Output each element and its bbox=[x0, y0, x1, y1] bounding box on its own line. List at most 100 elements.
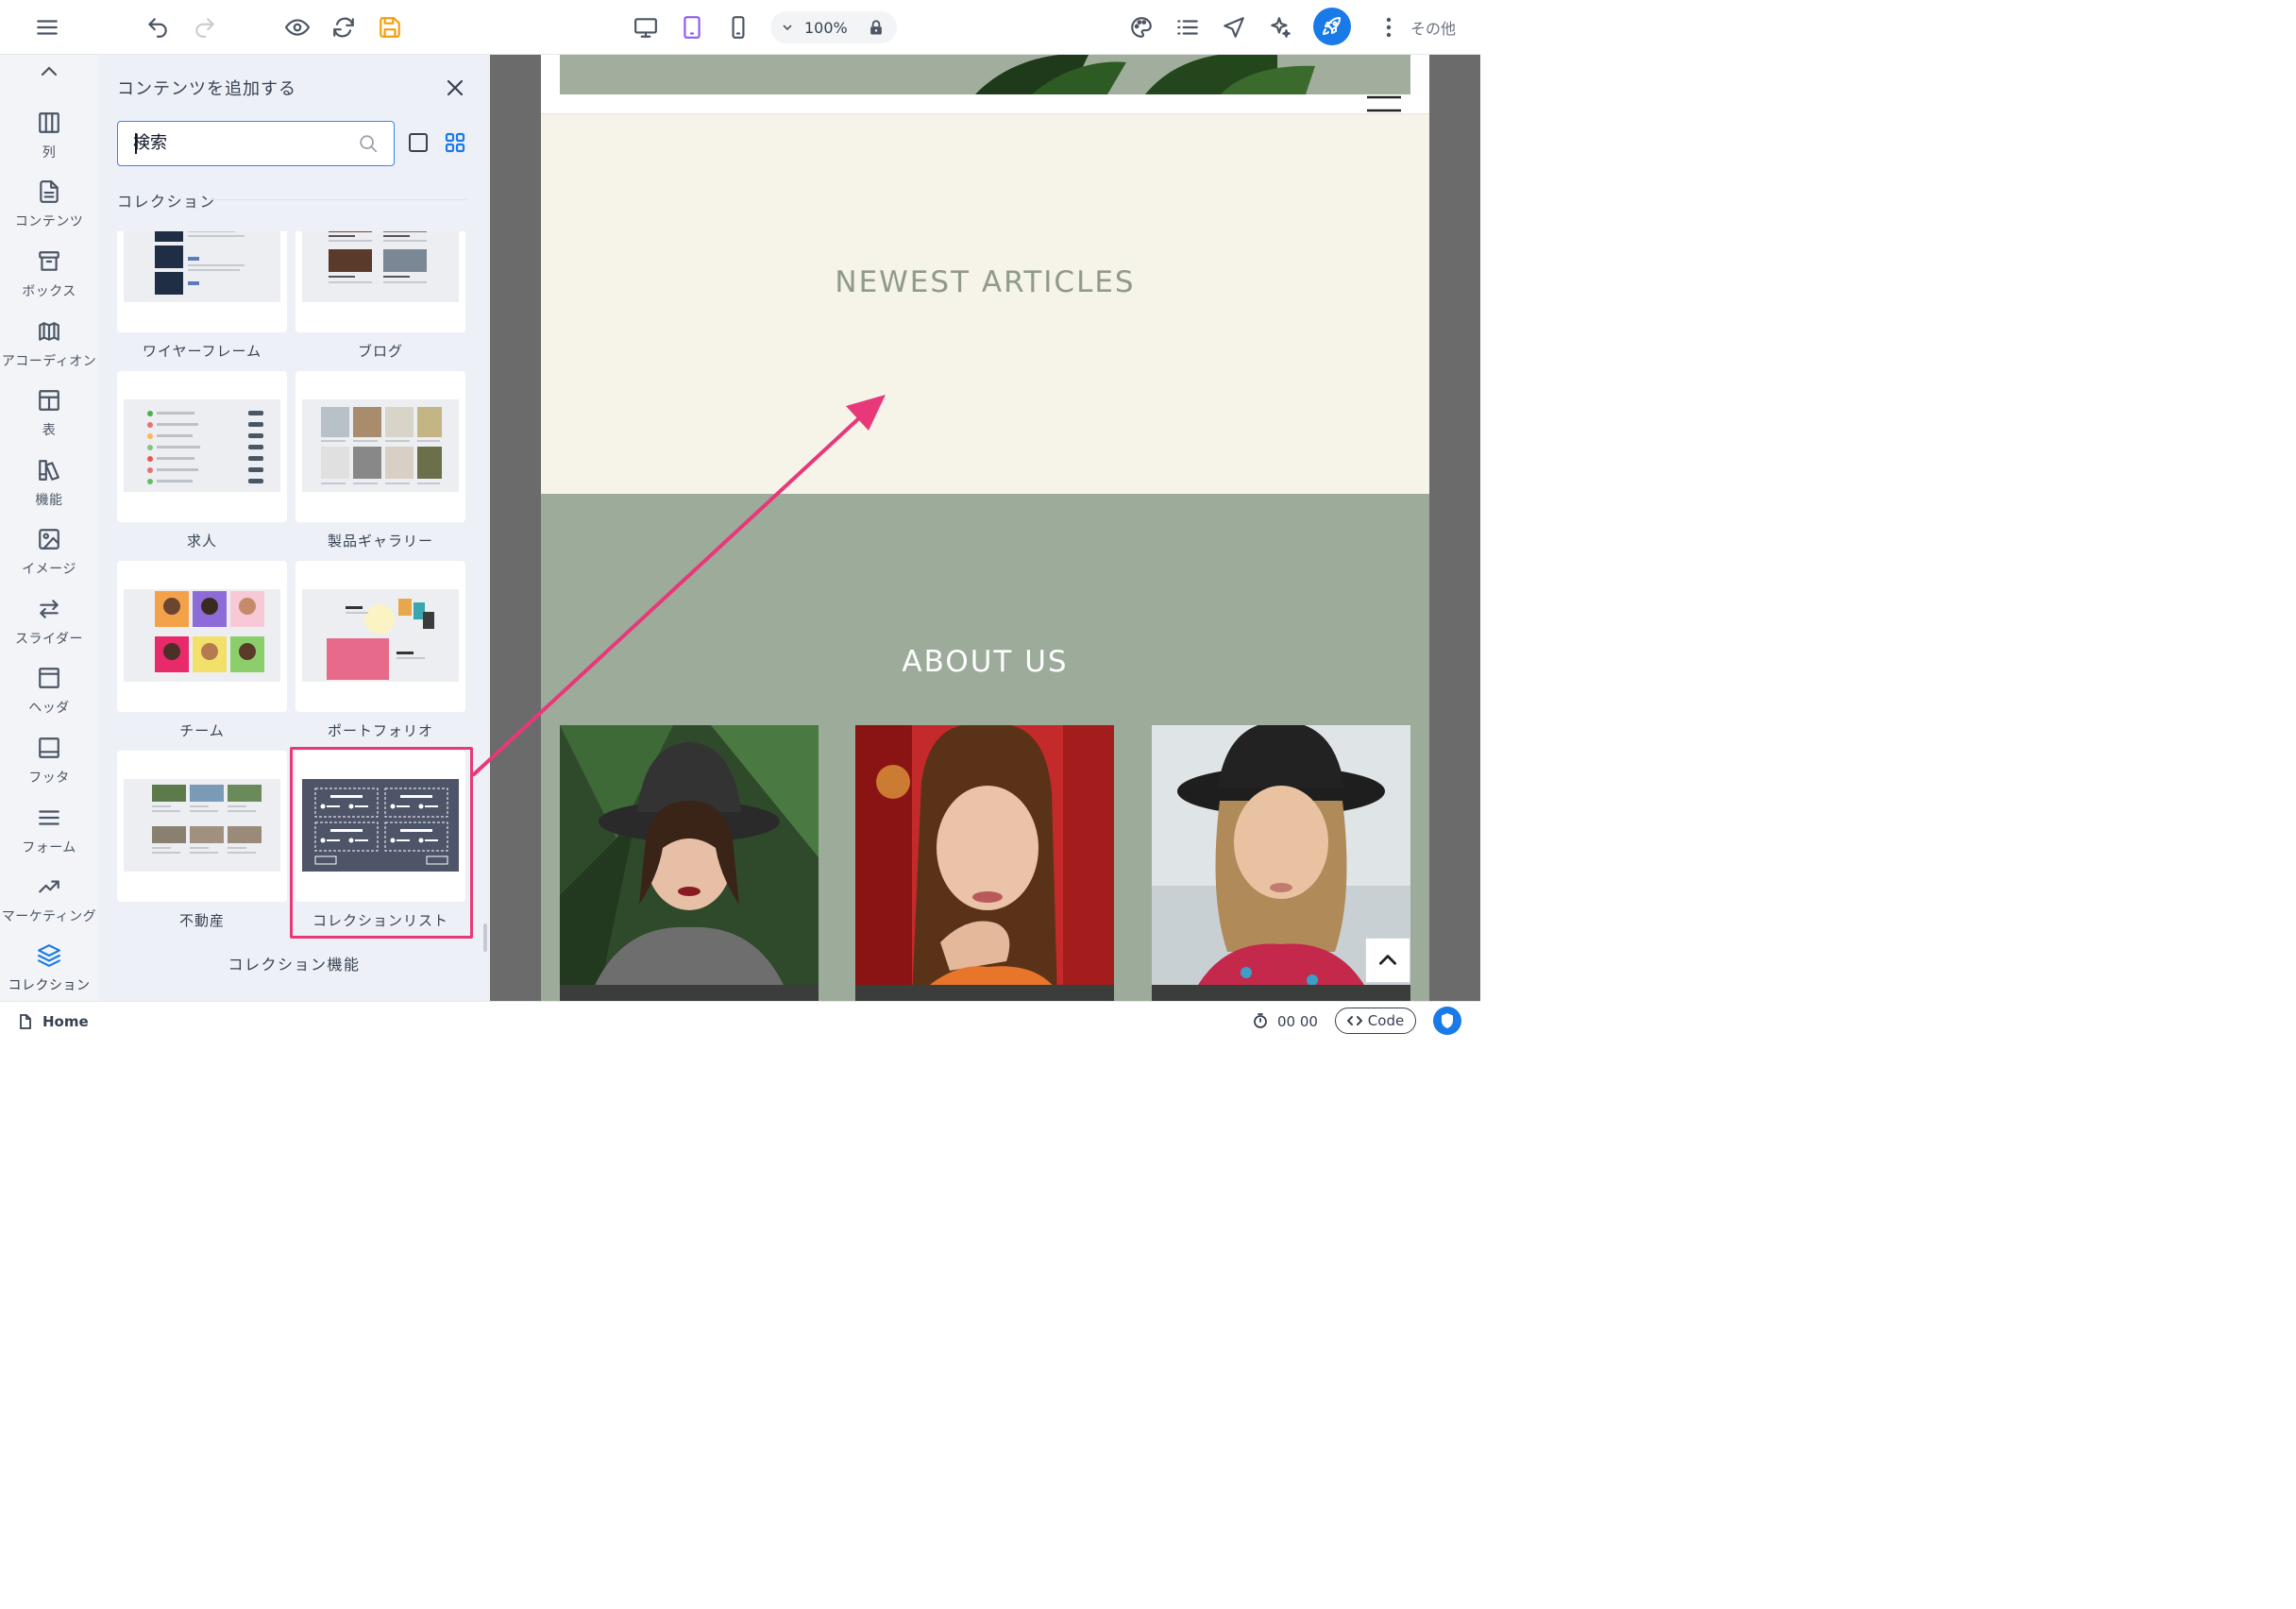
rail-item-box[interactable]: ボックス bbox=[0, 249, 98, 315]
publish-rocket-button[interactable] bbox=[1313, 8, 1351, 45]
rail-item-accordion[interactable]: アコーディオン bbox=[0, 319, 98, 385]
preview-eye-icon[interactable] bbox=[279, 8, 316, 46]
left-icon-rail: 列 コンテンツ ボックス アコーディオン 表 機能 イメージ スライダー ヘッダ… bbox=[0, 55, 98, 1001]
section-label: コレクション bbox=[117, 193, 217, 211]
navigate-icon[interactable] bbox=[1215, 8, 1253, 46]
rail-item-label: フッタ bbox=[28, 771, 70, 786]
close-icon[interactable] bbox=[444, 76, 466, 99]
tablet-view-icon[interactable] bbox=[673, 8, 711, 46]
panel-scrollbar[interactable] bbox=[483, 923, 487, 952]
rail-item-label: 列 bbox=[42, 145, 57, 161]
form-lines-icon bbox=[37, 805, 61, 830]
template-card-team[interactable] bbox=[117, 561, 287, 712]
desktop-view-icon[interactable] bbox=[627, 8, 665, 46]
rail-scroll-up-icon[interactable] bbox=[38, 62, 60, 79]
template-card-product-gallery[interactable] bbox=[295, 371, 465, 522]
about-us-section[interactable]: ABOUT US bbox=[541, 494, 1429, 1001]
card-label: チーム bbox=[179, 722, 225, 739]
template-card-blog[interactable] bbox=[295, 231, 465, 332]
ai-sparkle-icon[interactable] bbox=[1261, 8, 1299, 46]
team-photo bbox=[855, 725, 1114, 1001]
rail-item-columns[interactable]: 列 bbox=[0, 110, 98, 177]
layers-icon bbox=[37, 943, 61, 968]
trending-up-icon bbox=[37, 874, 61, 899]
rail-item-label: 機能 bbox=[35, 493, 63, 508]
grid-view-icon[interactable] bbox=[444, 131, 466, 154]
shield-icon bbox=[1442, 1013, 1453, 1028]
rail-item-footer[interactable]: フッタ bbox=[0, 736, 98, 802]
card-label: ポートフォリオ bbox=[327, 722, 433, 739]
rail-item-label: 表 bbox=[42, 423, 57, 438]
code-button-label: Code bbox=[1367, 1012, 1405, 1029]
card-label: 求人 bbox=[186, 533, 217, 550]
search-field[interactable] bbox=[117, 121, 395, 166]
current-page-name[interactable]: Home bbox=[42, 1013, 89, 1030]
about-heading: ABOUT US bbox=[902, 645, 1069, 679]
chevron-down-icon bbox=[780, 20, 795, 35]
photo-caption-bar bbox=[1152, 985, 1410, 1001]
editor-canvas: NEWEST ARTICLES ABOUT US bbox=[490, 55, 1480, 1001]
template-cards: ワイヤーフレーム ブログ 求人 製品ギャラリー チーム ポートフォリオ 不動産 … bbox=[98, 231, 490, 1001]
rail-item-label: ヘッダ bbox=[28, 701, 70, 716]
more-options-icon[interactable] bbox=[1378, 15, 1399, 40]
rail-item-label: マーケティング bbox=[1, 909, 97, 924]
lock-icon[interactable] bbox=[867, 18, 886, 37]
template-card-portfolio[interactable] bbox=[295, 561, 465, 712]
portfolio-thumbnail bbox=[302, 589, 459, 682]
more-options-label[interactable]: その他 bbox=[1410, 16, 1456, 39]
rail-item-header[interactable]: ヘッダ bbox=[0, 666, 98, 732]
newest-articles-section[interactable]: NEWEST ARTICLES bbox=[541, 114, 1429, 494]
template-card-jobs[interactable] bbox=[117, 371, 287, 522]
page-icon bbox=[19, 1014, 32, 1029]
refresh-icon[interactable] bbox=[325, 8, 363, 46]
articles-heading: NEWEST ARTICLES bbox=[835, 265, 1136, 299]
top-toolbar: 100% その他 bbox=[0, 0, 1480, 55]
rail-item-label: コンテンツ bbox=[14, 214, 84, 229]
site-menu-icon[interactable] bbox=[1366, 94, 1402, 113]
single-view-icon[interactable] bbox=[407, 131, 430, 154]
menu-icon[interactable] bbox=[28, 8, 66, 46]
columns-icon bbox=[37, 110, 61, 135]
rail-item-features[interactable]: 機能 bbox=[0, 458, 98, 524]
archive-box-icon bbox=[37, 249, 61, 274]
footer-layout-icon bbox=[37, 736, 61, 760]
undo-icon[interactable] bbox=[139, 8, 177, 46]
page-preview: NEWEST ARTICLES ABOUT US bbox=[541, 55, 1429, 1001]
search-input[interactable] bbox=[118, 122, 354, 164]
list-icon[interactable] bbox=[1169, 8, 1207, 46]
hero-image bbox=[560, 55, 1410, 94]
rail-item-marketing[interactable]: マーケティング bbox=[0, 874, 98, 940]
zoom-control[interactable]: 100% bbox=[770, 11, 897, 43]
code-brackets-icon bbox=[1346, 1016, 1362, 1025]
rail-item-table[interactable]: 表 bbox=[0, 388, 98, 454]
jobs-thumbnail bbox=[124, 399, 280, 492]
template-card-real-estate[interactable] bbox=[117, 751, 287, 902]
code-button[interactable]: Code bbox=[1335, 1008, 1416, 1034]
photo-caption-bar bbox=[855, 985, 1114, 1001]
rail-item-image[interactable]: イメージ bbox=[0, 527, 98, 593]
zoom-level: 100% bbox=[804, 19, 848, 37]
rail-item-content[interactable]: コンテンツ bbox=[0, 179, 98, 246]
rail-item-form[interactable]: フォーム bbox=[0, 805, 98, 872]
rail-item-label: アコーディオン bbox=[1, 354, 97, 369]
search-icon[interactable] bbox=[358, 133, 379, 154]
palette-icon[interactable] bbox=[1123, 8, 1160, 46]
redo-icon[interactable] bbox=[186, 8, 224, 46]
scroll-to-top-button[interactable] bbox=[1365, 938, 1410, 983]
blog-thumbnail bbox=[302, 231, 459, 302]
features-icon bbox=[37, 458, 61, 483]
save-icon[interactable] bbox=[371, 8, 409, 46]
rail-item-collection[interactable]: コレクション bbox=[0, 943, 98, 1001]
wireframe-thumbnail bbox=[124, 231, 280, 302]
status-bar: Home 00 00 Code bbox=[0, 1001, 1480, 1038]
card-label: 不動産 bbox=[178, 912, 225, 929]
timer-icon bbox=[1253, 1013, 1268, 1028]
rail-item-slider[interactable]: スライダー bbox=[0, 597, 98, 663]
template-card-wireframe[interactable] bbox=[117, 231, 287, 332]
shield-button[interactable] bbox=[1433, 1007, 1461, 1035]
mobile-view-icon[interactable] bbox=[719, 8, 757, 46]
real-estate-thumbnail bbox=[124, 779, 280, 872]
header-layout-icon bbox=[37, 666, 61, 690]
rail-item-label: イメージ bbox=[22, 562, 76, 577]
photo-caption-bar bbox=[560, 985, 819, 1001]
